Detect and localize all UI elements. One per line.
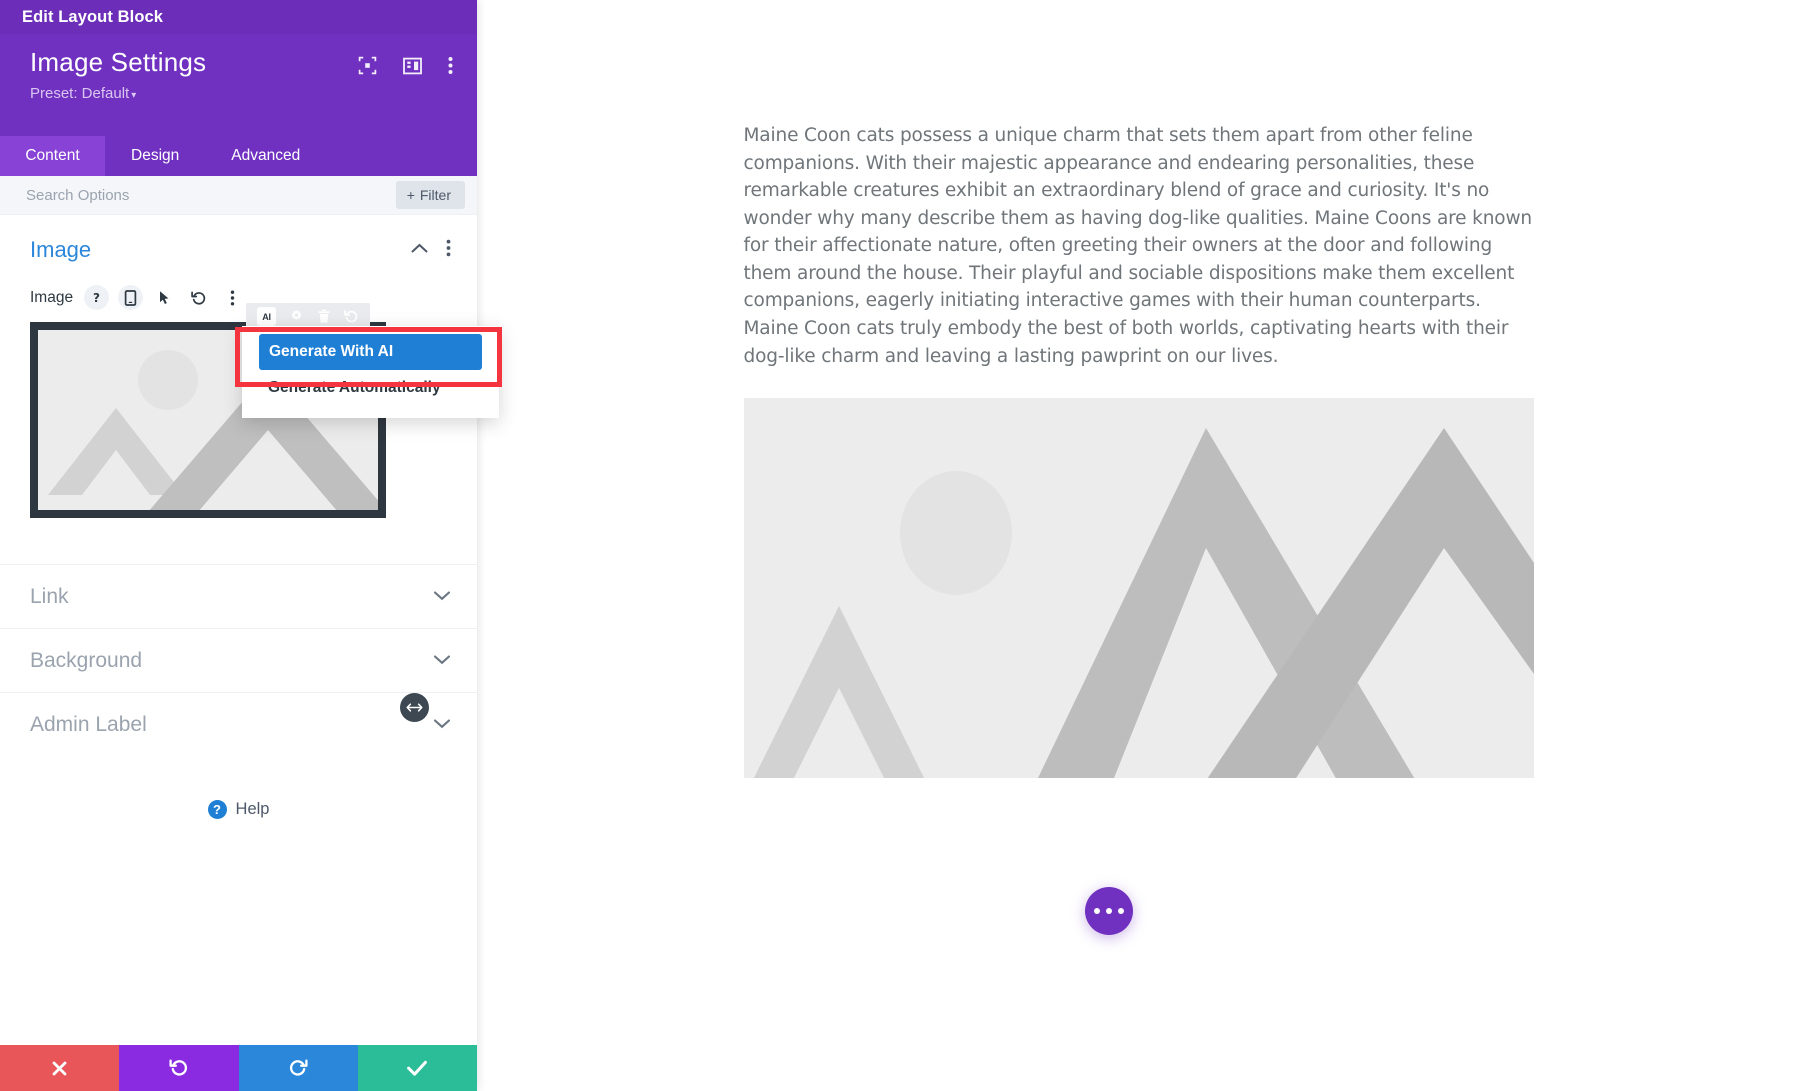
trash-icon[interactable] [317, 309, 331, 324]
help-icon[interactable]: ? [84, 285, 110, 310]
article-content: Maine Coon cats possess a unique charm t… [477, 34, 1800, 935]
more-options-icon[interactable] [448, 56, 453, 80]
chevron-down-icon: ▾ [131, 89, 137, 101]
panel-header-icons [358, 56, 453, 80]
image-field-row: Image ? [30, 285, 451, 310]
reset-icon[interactable] [186, 285, 211, 310]
placeholder-illustration [753, 428, 1534, 779]
dot-icon [1094, 908, 1100, 914]
edit-layout-block-bar: Edit Layout Block [0, 0, 477, 34]
hover-icon[interactable] [152, 285, 177, 310]
floating-options-button[interactable] [1085, 887, 1133, 935]
image-section-header: Image [30, 237, 451, 263]
ai-icon[interactable]: AI [257, 307, 276, 326]
check-icon [407, 1060, 428, 1076]
kebab-icon[interactable] [446, 239, 451, 262]
settings-gear-icon[interactable] [289, 309, 304, 324]
image-field-label: Image [30, 288, 74, 306]
redo-button[interactable] [238, 1045, 358, 1091]
chevron-up-icon[interactable] [411, 241, 428, 259]
help-label: Help [235, 800, 270, 818]
preset-selector[interactable]: Preset: Default ▾ [30, 85, 457, 102]
chevron-down-icon [433, 716, 451, 734]
accordion-link[interactable]: Link [0, 564, 477, 628]
menu-item-generate-with-ai[interactable]: Generate With AI [259, 334, 482, 370]
tab-advanced[interactable]: Advanced [205, 136, 326, 176]
accordion-background[interactable]: Background [0, 628, 477, 692]
accordion-background-label: Background [30, 648, 143, 672]
edit-layout-block-title: Edit Layout Block [22, 7, 164, 26]
reset-icon[interactable] [344, 309, 359, 324]
image-section-title: Image [30, 237, 92, 262]
page-canvas: Maine Coon cats possess a unique charm t… [477, 34, 1800, 1091]
accordion-group: Link Background Admin Label [0, 564, 477, 756]
help-link[interactable]: ? Help [0, 800, 477, 819]
undo-button[interactable] [119, 1045, 239, 1091]
accordion-link-label: Link [30, 584, 69, 608]
image-settings-panel: Edit Layout Block Image Settings Preset:… [0, 0, 477, 1091]
image-placeholder[interactable] [743, 398, 1534, 779]
preset-label: Preset: Default [30, 84, 130, 102]
menu-item-generate-automatically[interactable]: Generate Automatically [242, 370, 499, 406]
filter-button[interactable]: + Filter [395, 181, 465, 209]
filter-button-label: Filter [419, 187, 451, 203]
chevron-down-icon [433, 588, 451, 606]
search-input[interactable]: Search Options [26, 187, 129, 204]
undo-icon [169, 1059, 188, 1076]
tab-design[interactable]: Design [105, 136, 205, 176]
panel-header: Image Settings Preset: Default ▾ [0, 34, 477, 136]
panel-layout-icon[interactable] [403, 57, 422, 80]
dot-icon [1118, 908, 1124, 914]
save-button[interactable] [357, 1045, 477, 1091]
accordion-admin-label-label: Admin Label [30, 712, 147, 736]
chevron-down-icon [433, 652, 451, 670]
panel-footer [0, 1045, 477, 1091]
responsive-icon[interactable] [118, 285, 144, 310]
search-options-bar: Search Options + Filter [0, 176, 477, 215]
app-root: Edit Layout Block Image Settings Preset:… [0, 0, 1800, 1091]
panel-resize-handle[interactable] [400, 693, 429, 722]
dot-icon [1106, 908, 1112, 914]
focus-mode-icon[interactable] [358, 56, 377, 80]
tab-content[interactable]: Content [0, 136, 105, 176]
field-kebab-icon[interactable] [220, 285, 245, 310]
close-icon [52, 1061, 67, 1075]
svg-text:?: ? [93, 291, 100, 305]
image-section-actions [411, 239, 451, 262]
discard-button[interactable] [0, 1045, 120, 1091]
body-paragraph: Maine Coon cats possess a unique charm t… [743, 125, 1533, 367]
panel-tabs: Content Design Advanced [0, 136, 477, 176]
ai-generate-dropdown: Generate With AI Generate Automatically [242, 326, 499, 418]
redo-icon [289, 1059, 308, 1076]
help-icon: ? [207, 800, 227, 819]
plus-icon: + [406, 187, 415, 203]
